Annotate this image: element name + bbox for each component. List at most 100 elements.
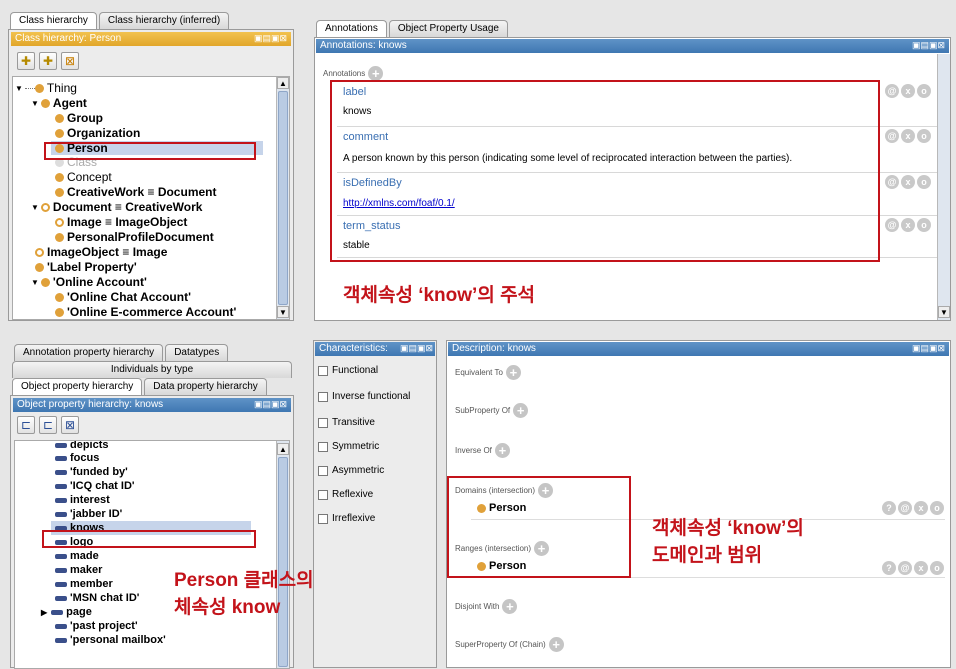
add-subclass-button[interactable]: ✚ bbox=[17, 52, 35, 70]
scroll-thumb[interactable] bbox=[278, 91, 288, 305]
characteristic-symmetric[interactable]: Symmetric bbox=[318, 441, 379, 452]
checkbox[interactable] bbox=[318, 417, 328, 428]
tree-item-online-account[interactable]: ▼ 'Online Account' bbox=[31, 275, 147, 289]
person-highlight-box bbox=[44, 142, 256, 160]
tree-item-organization[interactable]: Organization bbox=[55, 126, 140, 140]
characteristic-functional[interactable]: Functional bbox=[318, 365, 378, 376]
property-item[interactable]: 'personal mailbox' bbox=[55, 633, 166, 647]
tree-item-label-property[interactable]: 'Label Property' bbox=[35, 260, 137, 274]
edit-icon[interactable]: @ bbox=[898, 561, 912, 575]
info-icon[interactable]: o bbox=[917, 84, 931, 98]
tree-item-online-chat-account[interactable]: 'Online Chat Account' bbox=[55, 290, 191, 304]
property-item[interactable]: 'MSN chat ID' bbox=[55, 591, 139, 605]
delete-class-button[interactable]: ⊠ bbox=[61, 52, 79, 70]
property-item[interactable]: 'funded by' bbox=[55, 465, 128, 479]
tree-item-image[interactable]: Image ≡ ImageObject bbox=[55, 215, 187, 229]
tree-item-agent[interactable]: ▼ Agent bbox=[31, 96, 87, 110]
property-item[interactable]: made bbox=[55, 549, 99, 563]
tree-item-concept[interactable]: Concept bbox=[55, 170, 112, 184]
tree-item-document[interactable]: ▼ Document ≡ CreativeWork bbox=[31, 200, 202, 214]
edit-icon[interactable]: @ bbox=[885, 84, 899, 98]
annotation-row-buttons: @ x o bbox=[883, 129, 931, 143]
info-icon[interactable]: o bbox=[917, 129, 931, 143]
tab-datatypes[interactable]: Datatypes bbox=[165, 344, 229, 361]
delete-icon[interactable]: x bbox=[914, 561, 928, 575]
delete-icon[interactable]: x bbox=[901, 84, 915, 98]
edit-icon[interactable]: @ bbox=[898, 501, 912, 515]
characteristic-asymmetric[interactable]: Asymmetric bbox=[318, 465, 384, 476]
info-icon[interactable]: o bbox=[917, 175, 931, 189]
add-inverse-icon[interactable]: + bbox=[494, 443, 510, 458]
tree-item-imageobject[interactable]: ImageObject ≡ Image bbox=[35, 245, 167, 259]
add-disjoint-icon[interactable]: + bbox=[502, 599, 518, 614]
edit-icon[interactable]: @ bbox=[885, 218, 899, 232]
property-item[interactable]: 'past project' bbox=[55, 619, 138, 633]
info-icon[interactable]: o bbox=[930, 561, 944, 575]
characteristics-panel: Characteristics: ▣▤▣⊠ Functional Inverse… bbox=[313, 340, 437, 668]
tab-data-property-hierarchy[interactable]: Data property hierarchy bbox=[144, 378, 267, 395]
add-subproperty-button[interactable]: ⊏ bbox=[17, 416, 35, 434]
info-icon[interactable]: o bbox=[930, 501, 944, 515]
window-controls-icon[interactable]: ▣▤▣⊠ bbox=[254, 399, 287, 410]
property-item[interactable]: focus bbox=[55, 451, 99, 465]
property-item[interactable]: 'ICQ chat ID' bbox=[55, 479, 135, 493]
tree-item-thing[interactable]: ▼ Thing bbox=[15, 81, 77, 95]
delete-icon[interactable]: x bbox=[914, 501, 928, 515]
tab-class-hierarchy[interactable]: Class hierarchy bbox=[10, 12, 97, 29]
property-item[interactable]: interest bbox=[55, 493, 110, 507]
property-item[interactable]: maker bbox=[55, 563, 102, 577]
add-equivalent-icon[interactable]: + bbox=[505, 365, 521, 380]
info-icon[interactable]: o bbox=[917, 218, 931, 232]
edit-icon[interactable]: @ bbox=[885, 175, 899, 189]
window-controls-icon[interactable]: ▣▤▣⊠ bbox=[254, 33, 287, 44]
scroll-thumb[interactable] bbox=[278, 457, 288, 667]
help-icon[interactable]: ? bbox=[882, 501, 896, 515]
annotations-scrollbar[interactable]: ▼ bbox=[937, 54, 950, 320]
scroll-down-icon[interactable]: ▼ bbox=[938, 306, 950, 318]
property-item[interactable]: member bbox=[55, 577, 113, 591]
checkbox[interactable] bbox=[318, 365, 328, 376]
window-controls-icon[interactable]: ▣▤▣⊠ bbox=[400, 343, 433, 354]
checkbox[interactable] bbox=[318, 441, 328, 452]
window-controls-icon[interactable]: ▣▤▣⊠ bbox=[912, 343, 945, 354]
tab-object-property-usage[interactable]: Object Property Usage bbox=[388, 20, 508, 37]
tab-class-hierarchy-inferred[interactable]: Class hierarchy (inferred) bbox=[98, 12, 230, 29]
tab-object-property-hierarchy[interactable]: Object property hierarchy bbox=[12, 378, 143, 395]
characteristic-irreflexive[interactable]: Irreflexive bbox=[318, 513, 375, 524]
add-chain-icon[interactable]: + bbox=[548, 637, 564, 652]
window-controls-icon[interactable]: ▣▤▣⊠ bbox=[912, 40, 945, 51]
help-icon[interactable]: ? bbox=[882, 561, 896, 575]
characteristic-transitive[interactable]: Transitive bbox=[318, 417, 375, 428]
add-sibling-class-button[interactable]: ✚ bbox=[39, 52, 57, 70]
class-tree-scrollbar[interactable]: ▲ ▼ bbox=[276, 77, 289, 319]
delete-icon[interactable]: x bbox=[901, 218, 915, 232]
tree-item-online-ecommerce-account[interactable]: 'Online E-commerce Account' bbox=[55, 305, 236, 319]
delete-property-button[interactable]: ⊠ bbox=[61, 416, 79, 434]
checkbox[interactable] bbox=[318, 465, 328, 476]
tree-item-personalprofiledocument[interactable]: PersonalProfileDocument bbox=[55, 230, 214, 244]
tab-annotations[interactable]: Annotations bbox=[316, 20, 387, 37]
edit-icon[interactable]: @ bbox=[885, 129, 899, 143]
delete-icon[interactable]: x bbox=[901, 129, 915, 143]
add-annotation-icon[interactable]: + bbox=[368, 66, 384, 81]
scroll-up-icon[interactable]: ▲ bbox=[277, 77, 289, 89]
tab-annotation-property-hierarchy[interactable]: Annotation property hierarchy bbox=[14, 344, 164, 361]
tree-item-creativework[interactable]: CreativeWork ≡ Document bbox=[55, 185, 216, 199]
annotation-row-buttons: @ x o bbox=[883, 175, 931, 189]
property-item[interactable]: 'jabber ID' bbox=[55, 507, 122, 521]
tab-individuals-by-type[interactable]: Individuals by type bbox=[12, 361, 292, 378]
checkbox[interactable] bbox=[318, 489, 328, 500]
add-subproperty-icon[interactable]: + bbox=[513, 403, 529, 418]
annotations-title-bar: Annotations: knows ▣▤▣⊠ bbox=[316, 39, 949, 53]
characteristic-inverse-functional[interactable]: Inverse functional bbox=[318, 391, 410, 402]
scroll-down-icon[interactable]: ▼ bbox=[277, 306, 289, 318]
checkbox[interactable] bbox=[318, 513, 328, 524]
tree-item-group[interactable]: Group bbox=[55, 111, 103, 125]
property-tree-scrollbar[interactable]: ▲ bbox=[276, 441, 289, 668]
add-sibling-property-button[interactable]: ⊏ bbox=[39, 416, 57, 434]
delete-icon[interactable]: x bbox=[901, 175, 915, 189]
scroll-up-icon[interactable]: ▲ bbox=[277, 443, 289, 455]
checkbox[interactable] bbox=[318, 391, 328, 402]
property-item[interactable]: ▶ page bbox=[41, 605, 92, 619]
characteristic-reflexive[interactable]: Reflexive bbox=[318, 489, 373, 500]
